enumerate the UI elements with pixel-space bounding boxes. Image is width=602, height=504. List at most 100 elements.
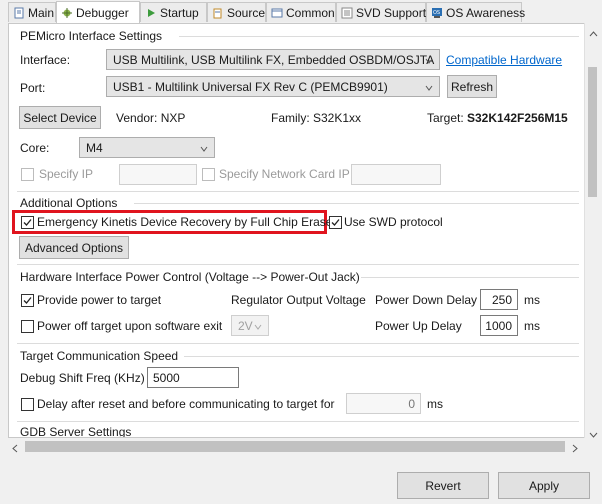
power-off-label: Power off target upon software exit (37, 319, 223, 333)
group-divider (17, 343, 579, 344)
tab-label: Common (286, 5, 335, 20)
power-down-unit: ms (524, 293, 540, 307)
delay-unit: ms (427, 397, 443, 411)
select-device-button[interactable]: Select Device (19, 106, 101, 129)
emergency-recovery-label: Emergency Kinetis Device Recovery by Ful… (37, 215, 333, 229)
group-divider (179, 36, 579, 37)
specify-ip-label: Specify IP (39, 167, 94, 181)
tab-os-awareness[interactable]: OS OS Awareness (426, 2, 526, 22)
delay-label: Delay after reset and before communicati… (37, 397, 335, 411)
core-value: M4 (86, 140, 103, 155)
group-divider (361, 277, 579, 278)
target-value: S32K142F256M15 (467, 111, 568, 125)
emergency-recovery-checkbox[interactable] (21, 216, 34, 229)
vendor-text: Vendor: NXP (116, 111, 186, 125)
chevron-down-icon (425, 81, 433, 91)
tab-startup[interactable]: Startup (140, 2, 207, 22)
startup-tab-icon (145, 7, 157, 19)
scroll-right-icon[interactable] (572, 442, 578, 456)
shift-freq-label: Debug Shift Freq (KHz) (20, 371, 145, 385)
tab-common[interactable]: Common (266, 2, 336, 22)
power-down-label: Power Down Delay (375, 293, 478, 307)
scroll-up-icon[interactable] (589, 26, 598, 40)
tab-label: OS Awareness (446, 5, 526, 20)
power-up-label: Power Up Delay (375, 319, 462, 333)
delay-checkbox[interactable] (21, 398, 34, 411)
tab-label: SVD Support (356, 5, 427, 20)
tab-label: Main (28, 5, 55, 20)
swd-protocol-checkbox[interactable] (329, 216, 342, 229)
provide-power-label: Provide power to target (37, 293, 162, 307)
checkmark-icon (331, 219, 340, 226)
specify-nic-label: Specify Network Card IP (219, 167, 350, 181)
svg-text:OS: OS (433, 10, 440, 16)
tab-label: Startup (160, 5, 199, 20)
power-up-input[interactable]: 1000 (480, 315, 518, 336)
tab-label: Debugger (76, 5, 129, 20)
group-divider (134, 203, 579, 204)
svd-tab-icon (341, 7, 353, 19)
tab-source[interactable]: Source (207, 2, 266, 22)
chevron-down-icon (425, 54, 433, 64)
power-up-unit: ms (524, 319, 540, 333)
port-value: USB1 - Multilink Universal FX Rev C (PEM… (113, 79, 388, 94)
scroll-thumb[interactable] (588, 67, 597, 197)
port-select[interactable]: USB1 - Multilink Universal FX Rev C (PEM… (106, 76, 440, 97)
common-tab-icon (271, 7, 283, 19)
tab-svd-support[interactable]: SVD Support (336, 2, 426, 22)
scroll-thumb[interactable] (25, 441, 565, 452)
pemicro-group-title: PEMicro Interface Settings (20, 29, 163, 43)
core-select[interactable]: M4 (79, 137, 215, 158)
debugger-panel: PEMicro Interface Settings Interface: US… (8, 23, 586, 438)
refresh-button[interactable]: Refresh (447, 75, 497, 98)
specify-ip-input[interactable] (119, 164, 197, 185)
compatible-hardware-link[interactable]: Compatible Hardware (446, 53, 562, 67)
power-control-title: Hardware Interface Power Control (Voltag… (20, 270, 360, 284)
specify-nic-checkbox[interactable] (202, 168, 215, 181)
tab-main[interactable]: Main (8, 2, 56, 22)
horizontal-scrollbar[interactable] (8, 438, 584, 455)
group-divider (17, 264, 579, 265)
voltage-value: 2V (238, 318, 253, 333)
specify-nic-input[interactable] (351, 164, 441, 185)
revert-button[interactable]: Revert (397, 472, 489, 499)
gdb-server-title: GDB Server Settings (20, 425, 132, 438)
scroll-down-icon[interactable] (589, 427, 598, 441)
power-off-checkbox[interactable] (21, 320, 34, 333)
provide-power-checkbox[interactable] (21, 294, 34, 307)
voltage-select[interactable]: 2V (231, 315, 269, 336)
group-divider (184, 356, 579, 357)
chevron-down-icon (254, 320, 262, 330)
advanced-options-button[interactable]: Advanced Options (19, 236, 129, 259)
interface-select[interactable]: USB Multilink, USB Multilink FX, Embedde… (106, 49, 440, 70)
comm-speed-title: Target Communication Speed (20, 349, 179, 363)
additional-options-title: Additional Options (20, 196, 118, 210)
chevron-down-icon (200, 142, 208, 152)
debugger-tab-icon (61, 7, 73, 19)
power-down-input[interactable]: 250 (480, 289, 518, 310)
delay-input[interactable]: 0 (346, 393, 421, 414)
family-text: Family: S32K1xx (271, 111, 362, 125)
checkmark-icon (23, 219, 32, 226)
swd-protocol-label: Use SWD protocol (344, 215, 443, 229)
main-tab-icon (13, 7, 25, 19)
os-awareness-tab-icon: OS (431, 7, 443, 19)
target-label: Target: (427, 111, 464, 125)
shift-freq-input[interactable]: 5000 (147, 367, 239, 388)
scroll-left-icon[interactable] (12, 442, 18, 456)
vertical-scrollbar[interactable] (584, 23, 601, 438)
tab-bar: Main Debugger Startup Source Common SVD … (0, 0, 602, 24)
group-divider (17, 191, 579, 192)
port-label: Port: (20, 81, 46, 95)
tab-debugger[interactable]: Debugger (56, 1, 140, 23)
tab-label: Source (227, 5, 266, 20)
interface-label: Interface: (20, 53, 71, 67)
specify-ip-checkbox[interactable] (21, 168, 34, 181)
group-divider (17, 421, 579, 422)
apply-button[interactable]: Apply (498, 472, 590, 499)
interface-value: USB Multilink, USB Multilink FX, Embedde… (113, 52, 435, 67)
core-label: Core: (20, 141, 50, 155)
checkmark-icon (23, 297, 32, 304)
source-tab-icon (212, 7, 224, 19)
regulator-voltage-label: Regulator Output Voltage (231, 293, 366, 307)
